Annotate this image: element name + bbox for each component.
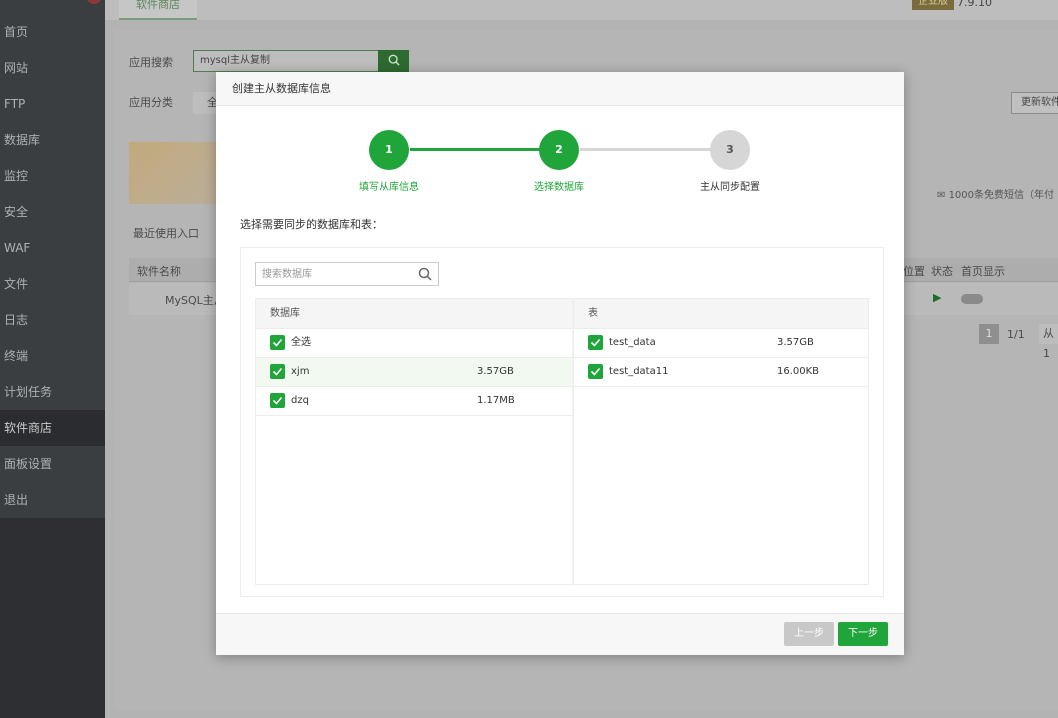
db-search-input[interactable]: [256, 263, 406, 285]
create-master-slave-modal: 创建主从数据库信息 1 2 3 填写从库信息 选择数据库 主从同步配置 选择需要…: [216, 72, 904, 655]
db-selection-box: 数据库 全选 xjm 3.57GB dzq 1.17MB 表 test_data: [240, 247, 884, 597]
db-size: 1.17MB: [477, 395, 515, 406]
step-1-label: 填写从库信息: [359, 182, 419, 193]
table-pane: 表 test_data 3.57GB test_data11 16.00KB: [573, 298, 869, 585]
step-2-circle: 2: [539, 130, 579, 170]
check-icon: [590, 338, 601, 347]
db-name: 全选: [291, 337, 311, 348]
step-line-pending: [580, 148, 730, 151]
table-name: test_data: [609, 337, 656, 348]
checkbox-checked[interactable]: [270, 393, 285, 408]
db-name: xjm: [291, 366, 310, 377]
db-search-box: [255, 262, 439, 286]
db-row[interactable]: xjm 3.57GB: [256, 358, 572, 387]
check-icon: [272, 367, 283, 376]
modal-footer: 上一步 下一步: [216, 613, 904, 655]
database-pane-header: 数据库: [256, 299, 572, 329]
checkbox-checked[interactable]: [270, 335, 285, 350]
db-row[interactable]: dzq 1.17MB: [256, 387, 572, 416]
checkbox-checked[interactable]: [588, 364, 603, 379]
step-3-circle: 3: [710, 130, 750, 170]
table-name: test_data11: [609, 366, 669, 377]
step-progress: 1 2 3 填写从库信息 选择数据库 主从同步配置: [216, 106, 904, 196]
prev-step-button[interactable]: 上一步: [784, 622, 834, 646]
db-name: dzq: [291, 395, 309, 406]
db-row-select-all[interactable]: 全选: [256, 329, 572, 358]
table-size: 16.00KB: [777, 366, 820, 377]
step-line-done: [410, 148, 560, 151]
modal-title: 创建主从数据库信息: [216, 72, 904, 106]
step-2-label: 选择数据库: [534, 182, 584, 193]
step-1-circle: 1: [369, 130, 409, 170]
checkbox-checked[interactable]: [588, 335, 603, 350]
check-icon: [272, 396, 283, 405]
db-size: 3.57GB: [477, 366, 514, 377]
step-3-label: 主从同步配置: [700, 182, 760, 193]
table-size: 3.57GB: [777, 337, 814, 348]
check-icon: [590, 367, 601, 376]
checkbox-checked[interactable]: [270, 364, 285, 379]
search-icon[interactable]: [418, 267, 432, 281]
table-row[interactable]: test_data 3.57GB: [574, 329, 868, 358]
table-row[interactable]: test_data11 16.00KB: [574, 358, 868, 387]
next-step-button[interactable]: 下一步: [838, 622, 888, 646]
database-pane: 数据库 全选 xjm 3.57GB dzq 1.17MB: [255, 298, 572, 585]
check-icon: [272, 338, 283, 347]
section-title: 选择需要同步的数据库和表：: [240, 218, 383, 231]
table-pane-header: 表: [574, 299, 868, 329]
